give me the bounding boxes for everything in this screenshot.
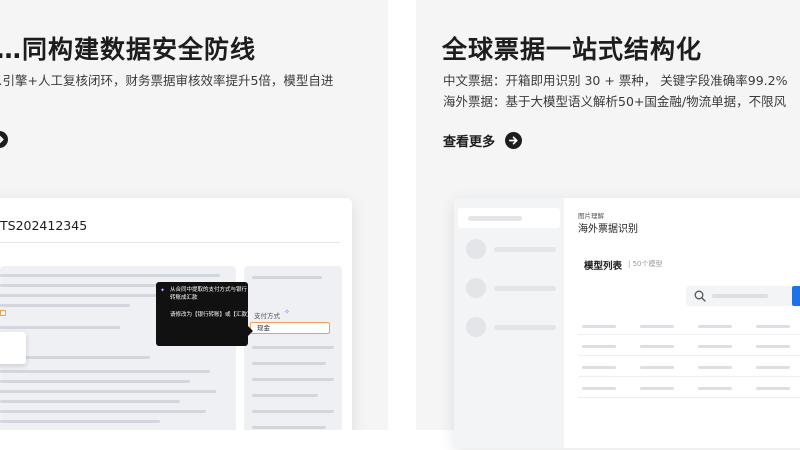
- dropdown-popup: [0, 332, 26, 364]
- table-cell: [756, 345, 790, 348]
- table-cell: [640, 345, 674, 348]
- ai-suggestion-tooltip: ✦ 从合同中提取的支付方式与银行 转账成汇款 请修改为【银行转账】或【汇款】: [156, 282, 253, 346]
- tooltip-line: 请修改为【银行转账】或【汇款】: [170, 312, 253, 318]
- text-line: [0, 304, 130, 307]
- field-line: [252, 362, 326, 365]
- table-divider: [578, 376, 800, 377]
- text-line: [0, 420, 160, 423]
- table-cell: [640, 387, 674, 390]
- table-cell: [582, 366, 616, 369]
- table-header-cell: [640, 325, 674, 328]
- sparkle-icon: ✧: [284, 308, 290, 316]
- text-line: [0, 390, 216, 393]
- document-id: TS202412345: [0, 218, 88, 233]
- mockup-sidebar: [454, 198, 564, 448]
- extracted-fields-panel: [244, 266, 342, 430]
- arrow-right-circle-icon: [505, 132, 523, 149]
- text-line: [0, 410, 206, 413]
- tooltip-line: 转账成汇款: [170, 295, 198, 301]
- sidebar-item-label: [494, 325, 556, 330]
- table-cell: [698, 345, 732, 348]
- table-header-cell: [698, 325, 732, 328]
- arrow-right-circle-icon: [0, 131, 8, 148]
- text-line: [0, 274, 220, 277]
- table-cell: [582, 345, 616, 348]
- right-card-description-1: 中文票据：开箱即用识别 30 + 票种， 关键字段准确率99.2%: [443, 73, 788, 88]
- tooltip-line: 从合同中提取的支付方式与银行: [170, 287, 248, 293]
- table-divider: [578, 355, 800, 356]
- text-line: [0, 400, 180, 403]
- field-line: [252, 276, 322, 279]
- table-header-cell: [756, 325, 790, 328]
- overseas-invoice-mockup: 图片理解 海外票据识别 模型列表 | 50个模型: [454, 198, 800, 448]
- right-card-title: 全球票据一站式结构化: [442, 35, 703, 64]
- text-line: [0, 380, 190, 383]
- sidebar-item-icon: [466, 317, 486, 337]
- payment-method-input[interactable]: 现金: [250, 322, 330, 334]
- search-input[interactable]: [686, 286, 792, 306]
- field-line: [252, 410, 334, 413]
- sidebar-item-icon: [466, 239, 486, 259]
- payment-method-label: 支付方式: [254, 312, 280, 320]
- sparkle-icon: ✦: [160, 287, 166, 294]
- text-line: [0, 326, 120, 329]
- divider: [0, 242, 340, 243]
- table-cell: [756, 366, 790, 369]
- create-button[interactable]: [792, 286, 800, 306]
- left-more-link[interactable]: [0, 131, 8, 148]
- table-cell: [756, 387, 790, 390]
- highlight-marker: [0, 310, 6, 316]
- invoice-review-mockup: TS202412345 支付方式 ✧ 现金 ✦ 从合同中提取的支付方式与银行 转…: [0, 198, 352, 430]
- page: …同构建数据安全防线 …引擎+人工复核闭环，财务票据审核效率提升5倍，模型自进 …: [0, 0, 800, 450]
- left-feature-card: …同构建数据安全防线 …引擎+人工复核闭环，财务票据审核效率提升5倍，模型自进 …: [0, 0, 388, 430]
- sidebar-item-label: [494, 286, 556, 291]
- placeholder-bar: [712, 294, 768, 298]
- left-card-description: …引擎+人工复核闭环，财务票据审核效率提升5倍，模型自进: [0, 73, 334, 88]
- right-card-description-2: 海外票据：基于大模型语义解析50+国金融/物流单据，不限风: [443, 94, 787, 109]
- table-header-cell: [582, 325, 616, 328]
- breadcrumb: 图片理解: [578, 212, 604, 220]
- more-label: 查看更多: [443, 135, 496, 150]
- table-divider: [578, 397, 800, 398]
- page-title: 海外票据识别: [578, 224, 638, 235]
- sidebar-item-icon: [466, 278, 486, 298]
- sidebar-header: [458, 208, 560, 228]
- sidebar-item-label: [494, 247, 556, 252]
- field-line: [252, 346, 334, 349]
- search-icon: [694, 290, 706, 302]
- left-card-title: …同构建数据安全防线: [0, 35, 257, 64]
- table-cell: [698, 387, 732, 390]
- model-count: | 50个模型: [628, 260, 663, 268]
- field-line: [252, 394, 318, 397]
- table-cell: [640, 366, 674, 369]
- text-line: [0, 370, 210, 373]
- table-cell: [698, 366, 732, 369]
- field-line: [252, 378, 334, 381]
- table-cell: [582, 387, 616, 390]
- placeholder-bar: [468, 216, 522, 221]
- right-more-link[interactable]: 查看更多: [443, 131, 523, 150]
- table-divider: [578, 334, 800, 335]
- section-title: 模型列表: [584, 261, 623, 272]
- field-line: [252, 426, 326, 429]
- tooltip-caret: [248, 326, 253, 336]
